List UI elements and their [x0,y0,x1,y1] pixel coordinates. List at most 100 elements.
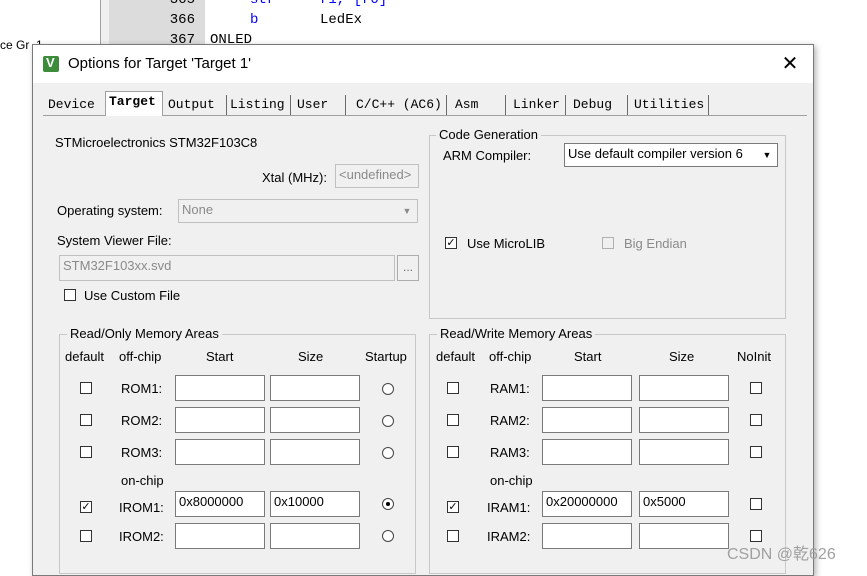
rom3-default-checkbox[interactable] [80,446,92,458]
big-endian-checkbox[interactable] [602,237,614,249]
iram1-start-input[interactable]: 0x20000000 [542,491,632,517]
ram3-start-input[interactable] [542,439,632,465]
iram2-size-input[interactable] [639,523,729,549]
ram3-size-input[interactable] [639,439,729,465]
use-microlib-label: Use MicroLIB [467,236,546,251]
use-custom-file-label: Use Custom File [84,288,181,303]
irom2-size-input[interactable] [270,523,360,549]
code-operand: r1, [r0] [320,0,388,8]
irom2-start-input[interactable] [175,523,265,549]
compiler-value: Use default compiler version 6 [568,146,743,161]
use-microlib-checkbox[interactable]: ✓ [445,237,457,249]
ram2-start-input[interactable] [542,407,632,433]
iram2-default-checkbox[interactable] [447,530,459,542]
rom-header-size: Size [298,349,324,364]
tab-cpp[interactable]: C/C++ (AC6) [353,95,447,115]
tab-listing[interactable]: Listing [227,95,291,115]
browse-button[interactable]: ... [397,255,419,281]
rom2-label: ROM2: [121,413,163,428]
tab-debug[interactable]: Debug [570,95,628,115]
xtal-label: Xtal (MHz): [262,170,327,185]
rom-header-startup: Startup [365,349,407,364]
tab-output[interactable]: Output [165,95,227,115]
tab-asm[interactable]: Asm [452,95,506,115]
ram-header-start: Start [574,349,602,364]
ram-header-offchip: off-chip [489,349,532,364]
device-name: STMicroelectronics STM32F103C8 [55,135,258,150]
options-dialog: Options for Target 'Target 1' ✕ Device T… [32,44,814,576]
ram2-default-checkbox[interactable] [447,414,459,426]
rom-onchip-label: on-chip [121,473,164,488]
ram2-size-input[interactable] [639,407,729,433]
os-value: None [182,202,214,217]
irom1-size-input[interactable]: 0x10000 [270,491,360,517]
ram-onchip-label: on-chip [490,473,533,488]
ram-group-title: Read/Write Memory Areas [437,326,596,341]
xtal-input[interactable]: <undefined> [335,164,419,188]
rom2-size-input[interactable] [270,407,360,433]
rom2-startup-radio[interactable] [382,415,394,427]
tab-user[interactable]: User [294,95,346,115]
ram1-default-checkbox[interactable] [447,382,459,394]
chevron-down-icon: ▼ [762,150,772,160]
rom-header-start: Start [206,349,234,364]
tab-target[interactable]: Target [105,91,163,116]
rom-header-default: default [65,349,105,364]
code-operand: LedEx [320,12,363,28]
rom3-startup-radio[interactable] [382,447,394,459]
rom1-start-input[interactable] [175,375,265,401]
os-label: Operating system: [57,203,163,218]
irom1-default-checkbox[interactable]: ✓ [80,501,92,513]
rom3-start-input[interactable] [175,439,265,465]
close-button[interactable]: ✕ [775,51,805,77]
svd-label: System Viewer File: [57,233,172,248]
big-endian-label: Big Endian [624,236,687,251]
tab-linker[interactable]: Linker [510,95,566,115]
irom1-start-input[interactable]: 0x8000000 [175,491,265,517]
iram1-label: IRAM1: [487,500,531,515]
irom2-default-checkbox[interactable] [80,530,92,542]
line-number: 366 [169,12,195,28]
watermark: CSDN @乾626 [727,546,836,563]
ram3-default-checkbox[interactable] [447,446,459,458]
irom2-startup-radio[interactable] [382,530,394,542]
line-number: 365 [169,0,195,8]
ram1-label: RAM1: [490,381,530,396]
irom1-startup-radio[interactable] [382,498,394,510]
chevron-down-icon: ▼ [402,206,412,216]
use-custom-file-checkbox[interactable] [64,289,76,301]
ram-header-noinit: NoInit [737,349,771,364]
os-select[interactable]: None ▼ [178,199,418,223]
ram1-start-input[interactable] [542,375,632,401]
iram2-start-input[interactable] [542,523,632,549]
tab-utilities[interactable]: Utilities [631,95,709,115]
irom1-label: IROM1: [119,500,164,515]
rom1-size-input[interactable] [270,375,360,401]
code-instruction: b [250,12,259,28]
tab-device[interactable]: Device [45,95,107,115]
dialog-titlebar[interactable]: Options for Target 'Target 1' ✕ [33,45,813,83]
ram2-noinit-checkbox[interactable] [750,414,762,426]
ram2-label: RAM2: [490,413,530,428]
rom-header-offchip: off-chip [119,349,162,364]
iram1-size-input[interactable]: 0x5000 [639,491,729,517]
svd-input[interactable]: STM32F103xx.svd [59,255,395,281]
rom1-default-checkbox[interactable] [80,382,92,394]
ram3-noinit-checkbox[interactable] [750,446,762,458]
rom2-default-checkbox[interactable] [80,414,92,426]
ram1-noinit-checkbox[interactable] [750,382,762,394]
compiler-select[interactable]: Use default compiler version 6 ▼ [564,143,778,167]
iram2-label: IRAM2: [487,529,531,544]
rom3-size-input[interactable] [270,439,360,465]
code-generation-title: Code Generation [436,127,542,142]
irom2-label: IROM2: [119,529,164,544]
rom3-label: ROM3: [121,445,163,460]
iram1-noinit-checkbox[interactable] [750,498,762,510]
rom-group-title: Read/Only Memory Areas [67,326,222,341]
rom2-start-input[interactable] [175,407,265,433]
code-instruction: str [250,0,276,8]
iram1-default-checkbox[interactable]: ✓ [447,501,459,513]
ram1-size-input[interactable] [639,375,729,401]
rom1-startup-radio[interactable] [382,383,394,395]
editor-code-area [205,0,867,45]
